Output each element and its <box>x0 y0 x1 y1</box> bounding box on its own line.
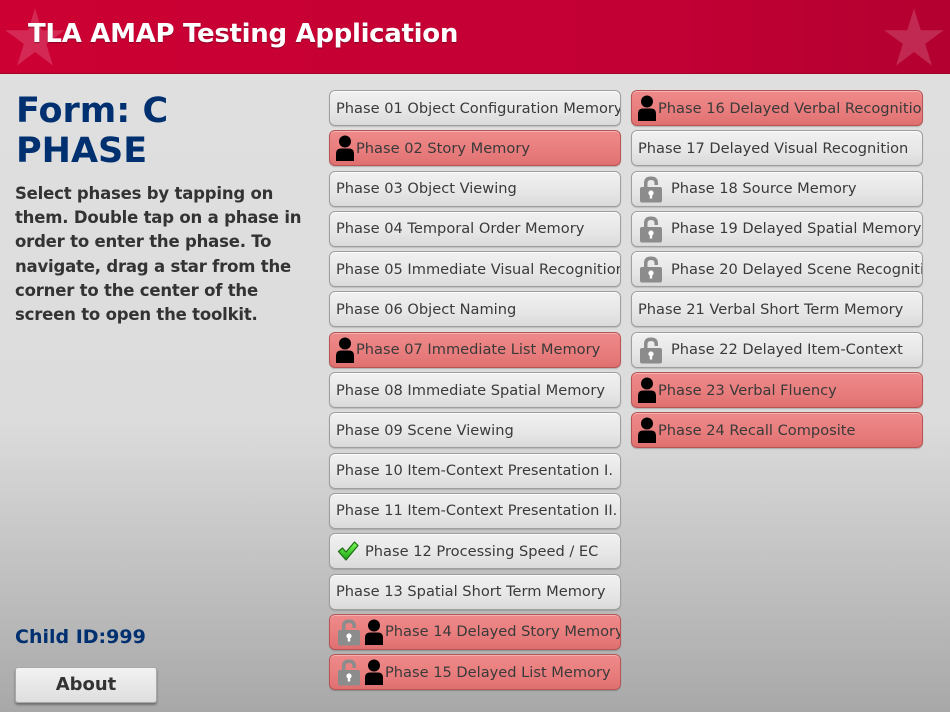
person-icon <box>336 135 354 162</box>
phase-label: Phase 03 Object Viewing <box>336 180 517 198</box>
phase-label: Phase 07 Immediate List Memory <box>356 341 601 359</box>
phase-label: Phase 17 Delayed Visual Recognition <box>638 139 909 157</box>
phase-button[interactable]: Phase 10 Item-Context Presentation I. <box>329 452 621 489</box>
phase-button[interactable]: Phase 03 Object Viewing <box>329 170 621 207</box>
app-header: TLA AMAP Testing Application <box>0 0 950 74</box>
person-icon <box>365 619 383 645</box>
phase-button[interactable]: Phase 05 Immediate Visual Recognition <box>329 251 621 288</box>
phase-label: Phase 09 Scene Viewing <box>336 421 514 439</box>
phase-button[interactable]: Phase 01 Object Configuration Memory <box>329 90 621 126</box>
phase-label: Phase 11 Item-Context Presentation II. <box>336 502 618 520</box>
phase-button[interactable]: Phase 24 Recall Composite <box>631 412 923 449</box>
phase-label: Phase 04 Temporal Order Memory <box>336 220 585 238</box>
star-icon[interactable] <box>883 8 945 68</box>
phase-button[interactable]: Phase 11 Item-Context Presentation II. <box>329 492 621 529</box>
lock-icon <box>338 619 360 646</box>
lock-icon <box>640 216 662 243</box>
phase-button[interactable]: Phase 06 Object Naming <box>329 291 621 328</box>
phase-label: Phase 18 Source Memory <box>671 180 857 198</box>
lock-icon <box>640 256 662 283</box>
form-heading: Form: C PHASE <box>16 91 168 171</box>
phase-label: Phase 12 Processing Speed / EC <box>365 542 599 560</box>
child-id-label: Child ID:999 <box>15 626 146 648</box>
about-button[interactable]: About <box>15 667 157 703</box>
phase-label: Phase 05 Immediate Visual Recognition <box>336 260 621 278</box>
app-title: TLA AMAP Testing Application <box>28 19 459 49</box>
phase-button[interactable]: Phase 19 Delayed Spatial Memory <box>631 210 923 247</box>
form-label: Form: C <box>16 91 169 131</box>
phase-button[interactable]: Phase 22 Delayed Item-Context <box>631 331 923 368</box>
phase-label: Phase 21 Verbal Short Term Memory <box>638 300 904 318</box>
phase-label: Phase 10 Item-Context Presentation I. <box>336 462 613 480</box>
phase-label: Phase 24 Recall Composite <box>658 421 856 439</box>
phase-label: Phase 01 Object Configuration Memory <box>336 99 621 117</box>
lock-icon <box>338 659 360 686</box>
phase-button[interactable]: Phase 13 Spatial Short Term Memory <box>329 573 621 610</box>
phase-label: Phase 06 Object Naming <box>336 300 517 318</box>
phase-label: Phase 13 Spatial Short Term Memory <box>336 583 606 601</box>
person-icon <box>365 659 383 686</box>
phase-button[interactable]: Phase 12 Processing Speed / EC <box>329 533 621 570</box>
phase-label: Phase 23 Verbal Fluency <box>658 381 837 399</box>
phase-button[interactable]: Phase 04 Temporal Order Memory <box>329 210 621 247</box>
section-label: PHASE <box>16 131 148 171</box>
phase-label: Phase 14 Delayed Story Memory <box>385 623 621 641</box>
person-icon <box>336 337 354 363</box>
phase-button[interactable]: Phase 18 Source Memory <box>631 170 923 207</box>
phase-label: Phase 02 Story Memory <box>356 139 530 157</box>
lock-icon <box>640 337 662 364</box>
phase-button[interactable]: Phase 07 Immediate List Memory <box>329 331 621 368</box>
phase-button[interactable]: Phase 23 Verbal Fluency <box>631 372 923 409</box>
phase-button[interactable]: Phase 09 Scene Viewing <box>329 412 621 449</box>
lock-icon <box>640 176 662 203</box>
phase-button[interactable]: Phase 02 Story Memory <box>329 130 621 167</box>
phase-button[interactable]: Phase 21 Verbal Short Term Memory <box>631 291 923 328</box>
phase-button[interactable]: Phase 17 Delayed Visual Recognition <box>631 130 923 167</box>
phase-label: Phase 20 Delayed Scene Recognition <box>671 260 923 278</box>
person-icon <box>638 95 656 121</box>
phase-list-left: Phase 01 Object Configuration Memory Pha… <box>329 90 621 694</box>
person-icon <box>638 417 656 444</box>
phase-label: Phase 15 Delayed List Memory <box>385 663 611 681</box>
phase-button[interactable]: Phase 15 Delayed List Memory <box>329 654 621 691</box>
person-icon <box>638 377 656 404</box>
phase-label: Phase 16 Delayed Verbal Recognition <box>658 99 923 117</box>
phase-list-right: Phase 16 Delayed Verbal Recognition Phase… <box>631 90 923 453</box>
checkmark-icon <box>337 541 359 561</box>
phase-label: Phase 08 Immediate Spatial Memory <box>336 381 605 399</box>
phase-button[interactable]: Phase 16 Delayed Verbal Recognition <box>631 90 923 126</box>
phase-label: Phase 22 Delayed Item-Context <box>671 341 903 359</box>
phase-button[interactable]: Phase 20 Delayed Scene Recognition <box>631 251 923 288</box>
phase-button[interactable]: Phase 08 Immediate Spatial Memory <box>329 372 621 409</box>
instructions-text: Select phases by tapping on them. Double… <box>15 184 302 325</box>
phase-label: Phase 19 Delayed Spatial Memory <box>671 220 922 238</box>
phase-button[interactable]: Phase 14 Delayed Story Memory <box>329 613 621 650</box>
